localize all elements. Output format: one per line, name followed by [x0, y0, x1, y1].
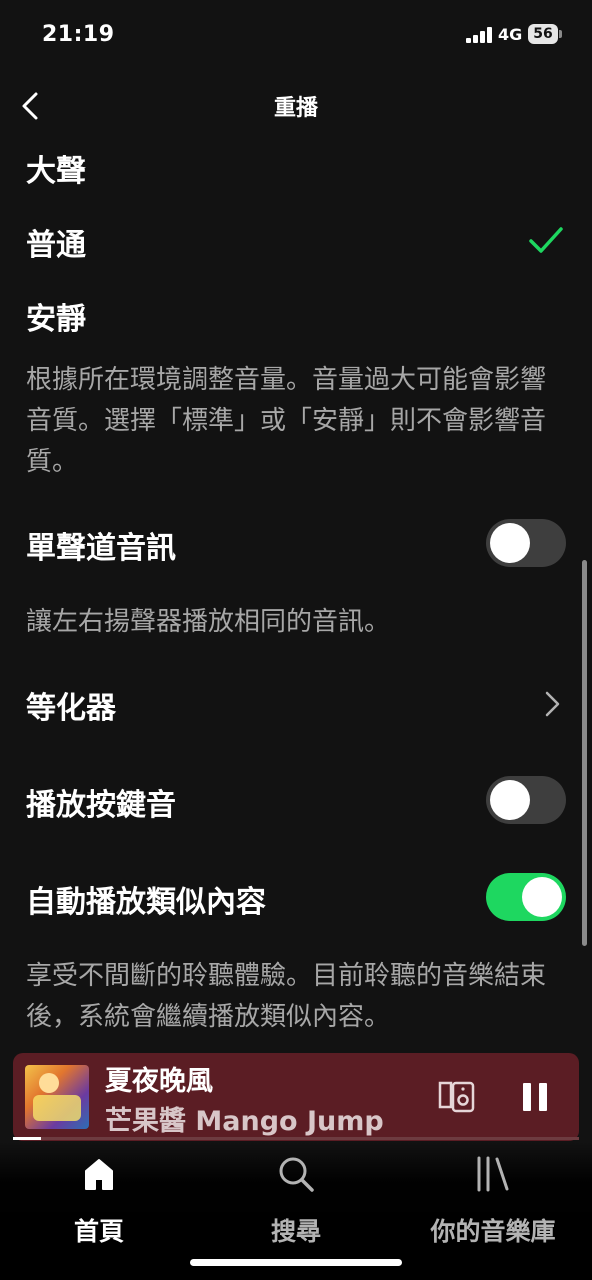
autoplay-toggle[interactable]	[486, 873, 566, 921]
tab-library[interactable]: 你的音樂庫	[408, 1154, 578, 1246]
tab-home-label: 首頁	[73, 1217, 124, 1246]
scrollbar[interactable]	[582, 560, 587, 946]
top-nav: 重播	[0, 70, 592, 140]
mono-audio-toggle[interactable]	[486, 519, 566, 567]
chevron-right-icon[interactable]	[540, 686, 564, 722]
status-time: 21:19	[42, 22, 115, 47]
track-title: 夏夜晚風	[105, 1066, 213, 1097]
pause-icon[interactable]	[523, 1083, 531, 1111]
home-icon	[85, 1159, 113, 1190]
tab-search-label: 搜尋	[270, 1217, 321, 1246]
page-title: 重播	[273, 96, 318, 121]
playback-sounds-label: 播放按鍵音	[26, 788, 176, 823]
mono-audio-label: 單聲道音訊	[26, 531, 176, 566]
pause-button[interactable]	[519, 1079, 551, 1115]
network-type: 4G	[498, 25, 523, 44]
battery-icon: 56	[528, 24, 562, 44]
volume-option-normal[interactable]: 普通	[26, 220, 86, 264]
mono-audio-description: 讓左右揚聲器播放相同的音訊。	[26, 607, 391, 637]
volume-option-quiet[interactable]: 安靜	[26, 294, 86, 338]
tab-home[interactable]: 首頁	[14, 1154, 184, 1246]
mini-player[interactable]: 夏夜晚風 芒果醬 Mango Jump	[13, 1053, 579, 1141]
autoplay-label: 自動播放類似內容	[26, 885, 266, 920]
search-icon	[279, 1157, 314, 1192]
connect-device-icon[interactable]	[437, 1079, 477, 1115]
volume-option-loud[interactable]: 大聲	[26, 146, 86, 190]
tab-search[interactable]: 搜尋	[211, 1154, 381, 1246]
tab-library-label: 你的音樂庫	[430, 1217, 556, 1246]
home-indicator	[190, 1259, 402, 1266]
battery-level: 56	[533, 26, 553, 42]
check-icon	[529, 227, 563, 253]
signal-icon	[466, 27, 492, 43]
status-bar: 21:19 4G 56	[0, 0, 592, 70]
progress-fill	[13, 1137, 42, 1140]
library-icon	[477, 1156, 509, 1192]
autoplay-description: 享受不間斷的聆聽體驗。目前聆聽的音樂結束後，系統會繼續播放類似內容。	[26, 961, 547, 1032]
playback-progress	[13, 1137, 579, 1140]
equalizer-row[interactable]: 等化器	[26, 683, 116, 727]
playback-sounds-toggle[interactable]	[486, 776, 566, 824]
track-artist: 芒果醬 Mango Jump	[105, 1106, 384, 1137]
volume-description: 根據所在環境調整音量。音量過大可能會影響音質。選擇「標準」或「安靜」則不會影響音…	[26, 365, 547, 477]
album-cover	[25, 1065, 89, 1129]
